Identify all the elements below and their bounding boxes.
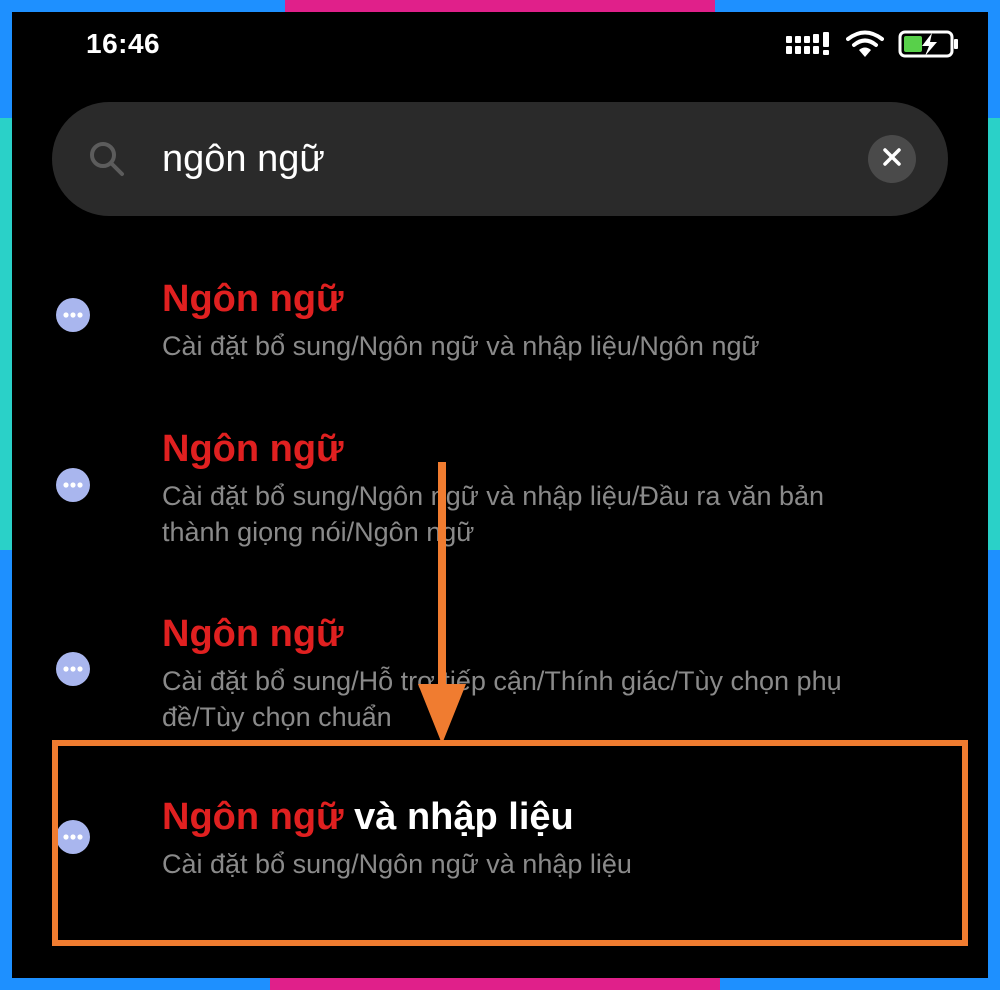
more-dots-icon [56, 298, 90, 332]
result-path-line: Cài đặt bổ sung/Ngôn ngữ và nhập liệu/Ng… [162, 331, 760, 361]
status-bar: 16:46 [12, 12, 988, 82]
frame-bottom-left [0, 978, 270, 990]
frame-right-bottom [988, 550, 1000, 990]
phone-screen: 16:46 ngôn ngữ Ngôn ngữ Cài đặt bổ sung/… [12, 12, 988, 978]
search-result-item[interactable]: Ngôn ngữ Cài đặt bổ sung/Hỗ trợ tiếp cận… [12, 597, 988, 737]
arrow-down-icon [412, 458, 472, 752]
more-dots-icon [56, 652, 90, 686]
frame-top-left [0, 0, 285, 12]
frame-right-top [988, 0, 1000, 118]
result-path-line: đề/Tùy chọn chuẩn [162, 702, 392, 732]
result-title-match: Ngôn ngữ [162, 278, 344, 320]
status-time: 16:46 [86, 28, 161, 59]
result-title-match: Ngôn ngữ [162, 613, 344, 655]
search-icon [88, 140, 126, 178]
annotation-highlight-box [52, 740, 968, 946]
search-result-item[interactable]: Ngôn ngữ Cài đặt bổ sung/Ngôn ngữ và nhậ… [12, 262, 988, 382]
result-title-match: Ngôn ngữ [162, 428, 344, 470]
result-title: Ngôn ngữ [162, 278, 344, 321]
frame-bottom-mid [270, 978, 720, 990]
clear-search-button[interactable] [868, 135, 916, 183]
frame-top-right [715, 0, 1000, 12]
result-path-line: Cài đặt bổ sung/Hỗ trợ tiếp cận/Thính gi… [162, 666, 842, 696]
status-icons [786, 30, 960, 62]
frame-left-bottom [0, 550, 12, 990]
result-path: Cài đặt bổ sung/Hỗ trợ tiếp cận/Thính gi… [162, 663, 942, 735]
result-path: Cài đặt bổ sung/Ngôn ngữ và nhập liệu/Ng… [162, 328, 942, 364]
search-result-item[interactable]: Ngôn ngữ Cài đặt bổ sung/Ngôn ngữ và nhậ… [12, 412, 988, 572]
close-icon [882, 147, 902, 172]
search-input[interactable] [162, 132, 842, 186]
frame-right-mid [988, 118, 1000, 550]
frame-left-top [0, 0, 12, 118]
battery-charging-icon [898, 29, 960, 64]
frame-top-mid [285, 0, 715, 12]
result-title: Ngôn ngữ [162, 613, 344, 656]
frame-left-mid [0, 118, 12, 550]
result-path: Cài đặt bổ sung/Ngôn ngữ và nhập liệu/Đầ… [162, 478, 942, 550]
frame-bottom-right [720, 978, 1000, 990]
result-path-line: Cài đặt bổ sung/Ngôn ngữ và nhập liệu/Đầ… [162, 481, 825, 511]
signal-icon [786, 31, 832, 61]
result-path-line: thành giọng nói/Ngôn ngữ [162, 517, 475, 547]
more-dots-icon [56, 468, 90, 502]
wifi-icon [846, 30, 884, 63]
result-title: Ngôn ngữ [162, 428, 344, 471]
search-bar [52, 102, 948, 216]
